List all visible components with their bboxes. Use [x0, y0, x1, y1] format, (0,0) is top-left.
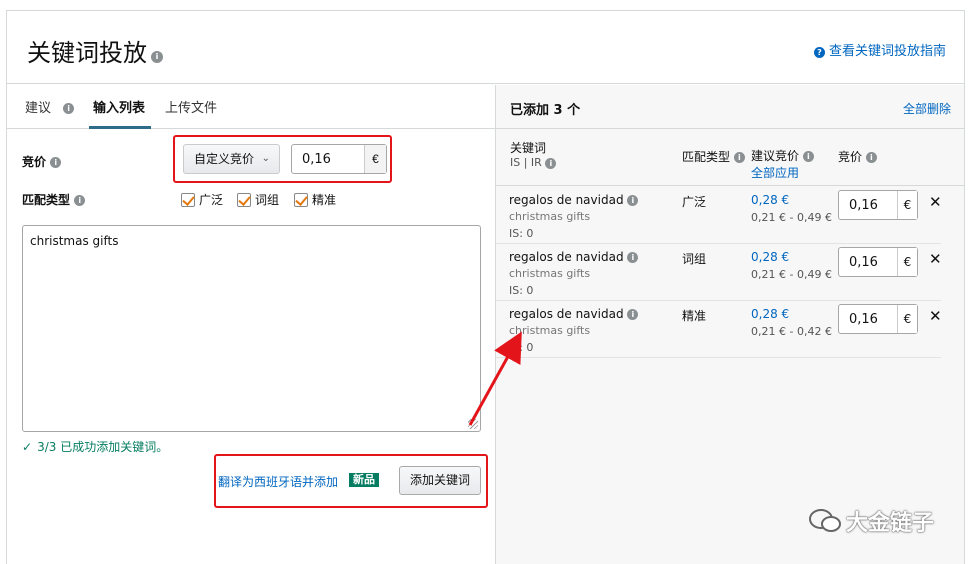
help-icon: ? [813, 47, 825, 58]
suggested-bid-link[interactable]: 0,28 € [751, 307, 789, 321]
added-header: 已添加 3 个 全部删除 [496, 85, 965, 129]
remove-icon[interactable]: ✕ [929, 307, 942, 325]
impression-share: IS: 0 [509, 227, 534, 240]
row-bid-value[interactable]: 0,16 [849, 312, 878, 327]
info-icon[interactable]: i [50, 157, 62, 168]
info-icon[interactable]: i [865, 152, 877, 163]
remove-icon[interactable]: ✕ [929, 250, 942, 268]
keyword-text: regalos de navidad i [509, 307, 639, 321]
col-suggested-bid: 建议竞价 i [751, 147, 814, 164]
keyword-translation: christmas gifts [509, 267, 591, 280]
info-icon[interactable]: i [627, 252, 639, 263]
checkbox-checked-icon [237, 193, 251, 207]
row-bid-value[interactable]: 0,16 [849, 255, 878, 270]
keyword-translation: christmas gifts [509, 324, 591, 337]
tab-bar: 建议 i 输入列表 上传文件 [7, 85, 495, 129]
info-icon[interactable]: i [802, 151, 814, 162]
suggested-range: 0,21 € - 0,49 € [751, 268, 832, 281]
active-tab-indicator [89, 126, 151, 129]
highlight-box-actions [214, 454, 488, 508]
col-bid: 竞价 i [838, 148, 877, 165]
suggested-bid-link[interactable]: 0,28 € [751, 250, 789, 264]
table-row: regalos de navidad i christmas gifts IS:… [496, 301, 942, 358]
highlight-box-bid [173, 135, 392, 183]
remove-icon[interactable]: ✕ [929, 193, 942, 211]
table-row: regalos de navidad i christmas gifts IS:… [496, 187, 942, 244]
info-icon[interactable]: i [545, 157, 557, 169]
left-pane: 建议 i 输入列表 上传文件 竞价 i 自定义竞价 ⌄ 0,16 € 匹配类型 i… [7, 85, 495, 564]
info-icon[interactable]: i [627, 309, 639, 320]
impression-share: IS: 0 [509, 284, 534, 297]
right-pane: 已添加 3 个 全部删除 关键词 IS | IR i 匹配类型 i 建议竞价 i… [495, 85, 965, 564]
info-icon[interactable]: i [63, 103, 75, 114]
keyword-translation: christmas gifts [509, 210, 591, 223]
impression-share: IS: 0 [509, 341, 534, 354]
suggested-range: 0,21 € - 0,49 € [751, 211, 832, 224]
card-header: 关键词投放 i ? 查看关键词投放指南 [7, 11, 964, 84]
bid-label: 竞价 i [22, 153, 62, 170]
guide-link[interactable]: ? 查看关键词投放指南 [813, 40, 946, 59]
match-type-label: 匹配类型 i [22, 191, 86, 208]
checkbox-exact[interactable]: 精准 [294, 191, 336, 208]
row-bid-input[interactable]: 0,16 € [838, 247, 918, 277]
match-type-value: 词组 [682, 252, 707, 266]
tab-upload-file[interactable]: 上传文件 [165, 97, 217, 116]
success-message: ✓ 3/3 已成功添加关键词。 [22, 440, 169, 454]
apply-all-link[interactable]: 全部应用 [751, 164, 799, 181]
table-header: 关键词 IS | IR i 匹配类型 i 建议竞价 i 全部应用 竞价 i [496, 130, 965, 186]
page-title: 关键词投放 i [27, 33, 163, 68]
col-match-type: 匹配类型 i [682, 148, 745, 165]
checkmark-icon: ✓ [22, 440, 33, 454]
row-bid-input[interactable]: 0,16 € [838, 190, 918, 220]
match-type-value: 广泛 [682, 195, 707, 209]
info-icon[interactable]: i [74, 195, 86, 206]
suggested-bid-link[interactable]: 0,28 € [751, 193, 789, 207]
keywords-textarea[interactable]: christmas gifts [22, 225, 481, 432]
suggested-range: 0,21 € - 0,42 € [751, 325, 832, 338]
info-icon[interactable]: i [627, 195, 639, 206]
row-bid-value[interactable]: 0,16 [849, 198, 878, 213]
row-bid-input[interactable]: 0,16 € [838, 304, 918, 334]
info-icon[interactable]: i [151, 51, 163, 63]
watermark-text: 大金链子 [846, 511, 935, 536]
wechat-icon [809, 509, 841, 532]
col-keyword: 关键词 [510, 141, 547, 155]
added-count: 已添加 3 个 [510, 103, 581, 118]
tab-suggestions[interactable]: 建议 i [25, 97, 75, 116]
table-row: regalos de navidad i christmas gifts IS:… [496, 244, 942, 301]
currency-suffix: € [897, 305, 917, 333]
tab-enter-list[interactable]: 输入列表 [93, 97, 145, 116]
info-icon[interactable]: i [733, 152, 745, 163]
checkbox-checked-icon [294, 193, 308, 207]
checkbox-broad[interactable]: 广泛 [181, 191, 223, 208]
delete-all-link[interactable]: 全部删除 [903, 100, 951, 117]
match-type-value: 精准 [682, 309, 707, 323]
checkbox-phrase[interactable]: 词组 [237, 191, 279, 208]
col-keyword-sub: IS | IR i [510, 156, 557, 169]
currency-suffix: € [897, 191, 917, 219]
checkbox-checked-icon [181, 193, 195, 207]
keyword-text: regalos de navidad i [509, 250, 639, 264]
currency-suffix: € [897, 248, 917, 276]
resize-handle[interactable] [468, 419, 478, 429]
keyword-text: regalos de navidad i [509, 193, 639, 207]
keyword-targeting-card: 关键词投放 i ? 查看关键词投放指南 建议 i 输入列表 上传文件 竞价 i 自定… [6, 10, 965, 564]
